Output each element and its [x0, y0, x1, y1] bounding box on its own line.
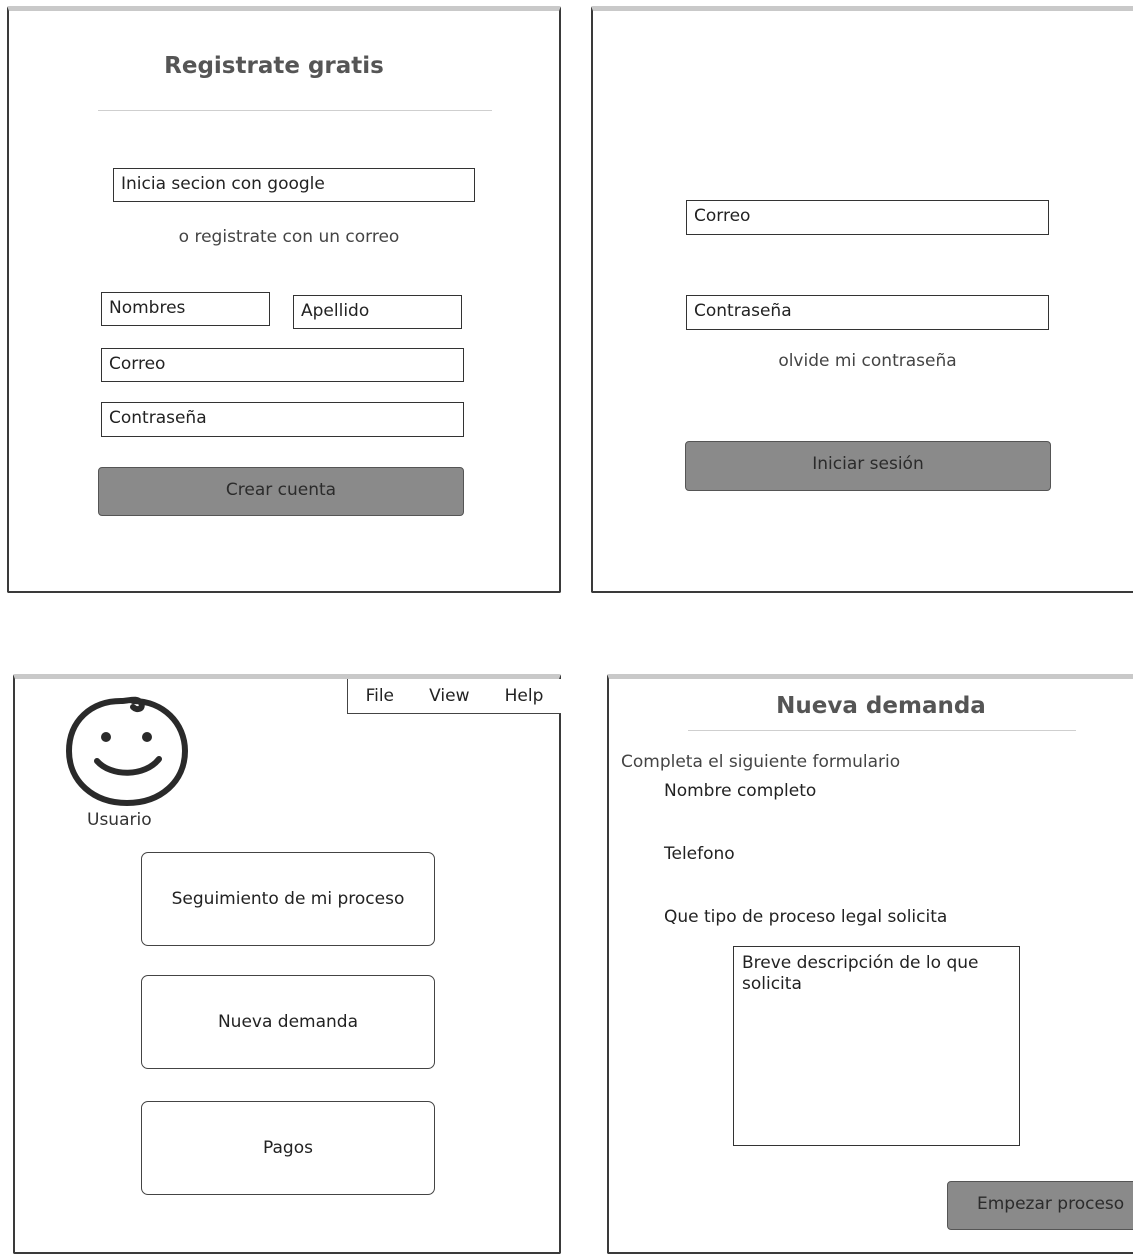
- start-process-button[interactable]: Empezar proceso: [947, 1181, 1133, 1230]
- login-password-field[interactable]: Contraseña: [686, 295, 1049, 330]
- form-subtitle: Completa el siguiente formulario: [621, 752, 901, 772]
- payments-card[interactable]: Pagos: [141, 1101, 435, 1195]
- menu-file[interactable]: File: [366, 686, 394, 706]
- track-process-card[interactable]: Seguimiento de mi proceso: [141, 852, 435, 946]
- google-signin-button[interactable]: Inicia secion con google: [113, 168, 475, 202]
- menu-view[interactable]: View: [429, 686, 469, 706]
- password-field[interactable]: Contraseña: [101, 402, 464, 437]
- first-name-field[interactable]: Nombres: [101, 292, 270, 326]
- email-field[interactable]: Correo: [101, 348, 464, 382]
- smiley-face-icon: [65, 696, 189, 807]
- forgot-password-link[interactable]: olvide mi contraseña: [686, 351, 1049, 371]
- create-account-button[interactable]: Crear cuenta: [98, 467, 464, 516]
- login-panel: Correo Contraseña olvide mi contraseña I…: [591, 6, 1133, 593]
- phone-label: Telefono: [664, 844, 735, 864]
- login-button[interactable]: Iniciar sesión: [685, 441, 1051, 491]
- register-title: Registrate gratis: [164, 53, 384, 79]
- register-panel: Registrate gratis Inicia secion con goog…: [7, 6, 561, 593]
- full-name-label: Nombre completo: [664, 781, 817, 801]
- new-claim-panel: Nueva demanda Completa el siguiente form…: [607, 674, 1133, 1254]
- dashboard-panel: File View Help Usuario Seguimiento de mi…: [13, 674, 561, 1254]
- process-type-label: Que tipo de proceso legal solicita: [664, 907, 948, 927]
- new-claim-divider: [688, 730, 1076, 731]
- last-name-field[interactable]: Apellido: [293, 295, 462, 329]
- register-divider: [98, 110, 492, 111]
- or-register-with-email-text: o registrate con un correo: [178, 227, 400, 247]
- new-claim-title: Nueva demanda: [776, 693, 986, 719]
- menu-bar: File View Help: [347, 679, 561, 714]
- menu-help[interactable]: Help: [505, 686, 544, 706]
- user-label: Usuario: [87, 810, 152, 830]
- login-email-field[interactable]: Correo: [686, 200, 1049, 235]
- new-claim-card[interactable]: Nueva demanda: [141, 975, 435, 1069]
- description-textarea[interactable]: Breve descripción de lo que solicita: [733, 946, 1020, 1146]
